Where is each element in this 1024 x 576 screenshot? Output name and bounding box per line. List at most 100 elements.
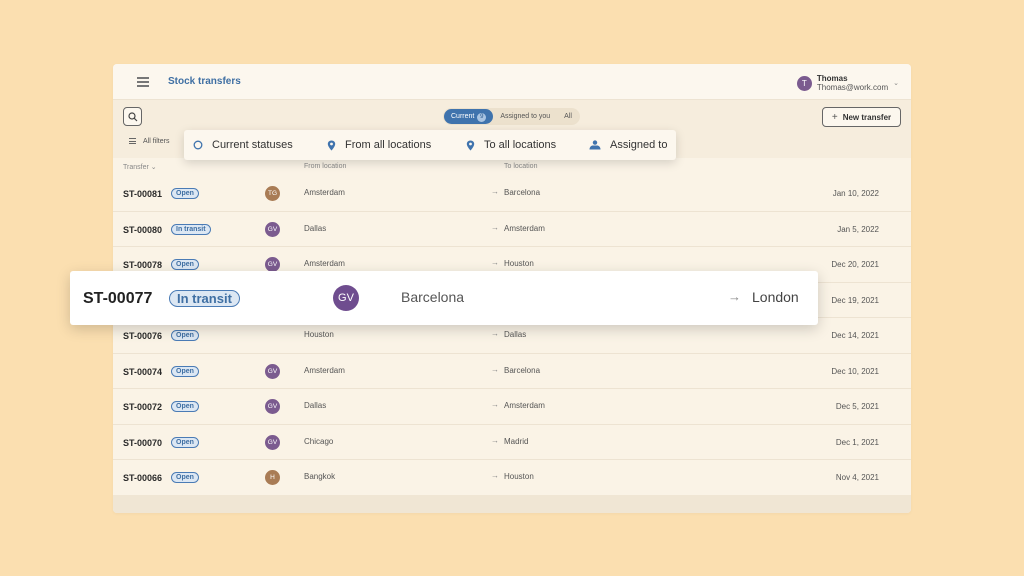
transfer-date: Jan 10, 2022 (832, 189, 879, 198)
table-row[interactable]: ST-00080 In transit GV Dallas → Amsterdam Jan … (113, 211, 911, 247)
arrow-right-icon: → (491, 258, 499, 267)
user-menu[interactable]: T Thomas Thomas@work.com ⌄ (796, 72, 899, 94)
all-filters-button[interactable]: All filters (129, 138, 169, 146)
table-row[interactable]: ST-00072 Open GV Dallas → Amsterdam Dec 5, 202… (113, 389, 911, 425)
filter-bar: Current statuses From all locations To a… (184, 130, 676, 160)
page-title: Stock transfers (168, 76, 241, 87)
avatar: GV (265, 399, 280, 414)
avatar: GV (265, 221, 280, 237)
column-header-from: From location (304, 163, 347, 170)
avatar: GV (265, 257, 280, 272)
new-transfer-label: New transfer (842, 112, 892, 122)
hamburger-menu-icon[interactable] (137, 77, 149, 87)
user-info: Thomas Thomas@work.com (817, 74, 888, 92)
transfer-date: Dec 19, 2021 (831, 295, 879, 305)
avatar: GV (265, 363, 280, 379)
search-button[interactable] (123, 107, 142, 126)
status-badge: In transit (169, 290, 240, 307)
to-location: Houston (504, 472, 534, 481)
arrow-right-icon: → (491, 400, 499, 409)
user-name: Thomas (816, 74, 848, 83)
from-location: Amsterdam (304, 188, 345, 197)
from-location: Amsterdam (304, 365, 345, 375)
people-icon (589, 140, 601, 150)
transfer-date: Jan 5, 2022 (837, 224, 879, 234)
status-badge: Open (171, 401, 199, 412)
transfer-date: Dec 10, 2021 (831, 366, 879, 376)
search-icon (128, 112, 138, 122)
table-row[interactable]: ST-00074 Open GV Amsterdam → Barcelona Dec 10,… (113, 353, 911, 389)
to-location: Amsterdam (504, 401, 545, 410)
avatar: TG (265, 186, 280, 201)
column-header-transfer[interactable]: Transfer ⌄ (123, 163, 157, 171)
avatar: H (265, 470, 280, 485)
transfer-id: ST-00072 (123, 402, 163, 412)
filter-from-locations[interactable]: From all locations (327, 130, 431, 160)
table-row[interactable]: ST-00070 Open GV Chicago → Madrid Dec 1, 2021 (113, 424, 911, 460)
transfers-table: ST-00081 Open TG Amsterdam → Barcelona Jan 10,… (113, 176, 911, 496)
avatar: T (796, 75, 812, 91)
avatar: GV (333, 285, 359, 311)
status-badge: Open (171, 330, 199, 341)
to-location: Barcelona (504, 365, 541, 375)
to-location: Madrid (504, 436, 529, 446)
transfer-date: Dec 20, 2021 (831, 260, 879, 269)
status-badge: In transit (171, 223, 211, 235)
all-filters-label: All filters (143, 138, 170, 146)
transfer-id: ST-00070 (123, 437, 163, 448)
new-transfer-button[interactable]: + New transfer (822, 107, 901, 127)
arrow-right-icon: → (491, 187, 499, 196)
location-pin-icon (466, 140, 475, 151)
arrow-right-icon: → (728, 289, 741, 304)
arrow-right-icon: → (491, 222, 499, 232)
arrow-right-icon: → (491, 364, 499, 374)
transfer-id: ST-00074 (123, 366, 163, 377)
chevron-down-icon: ⌄ (150, 164, 157, 171)
table-footer (113, 495, 911, 513)
tab-all[interactable]: All (557, 109, 579, 124)
transfer-id: ST-00078 (123, 260, 163, 270)
filter-lines-icon (129, 138, 136, 146)
transfer-date: Nov 4, 2021 (835, 473, 879, 482)
table-row[interactable]: ST-00081 Open TG Amsterdam → Barcelona Jan 10,… (113, 176, 911, 212)
status-badge: Open (171, 365, 199, 377)
status-badge: Open (171, 188, 199, 199)
highlighted-row[interactable]: ST-00077 In transit GV Barcelona → Londo… (70, 271, 818, 325)
column-header-to: To location (504, 163, 538, 170)
from-location: Chicago (304, 436, 334, 446)
transfer-date: Dec 1, 2021 (835, 437, 879, 447)
to-location: London (752, 289, 799, 305)
tab-assigned-to-you[interactable]: Assigned to you (493, 109, 557, 124)
avatar: GV (265, 434, 280, 450)
table-row[interactable]: ST-00066 Open H Bangkok → Houston Nov 4, 2021 (113, 460, 911, 496)
status-badge: Open (171, 259, 199, 270)
filter-current-statuses[interactable]: Current statuses (193, 130, 293, 160)
from-location: Amsterdam (304, 259, 345, 268)
transfer-id: ST-00066 (123, 473, 163, 483)
transfer-date: Dec 5, 2021 (835, 402, 879, 411)
chevron-down-icon: ⌄ (893, 80, 899, 87)
location-pin-icon (327, 140, 336, 151)
circle-icon (193, 140, 203, 150)
plus-icon: + (831, 111, 838, 123)
status-badge: Open (171, 436, 199, 448)
arrow-right-icon: → (491, 435, 499, 445)
top-bar: Stock transfers T Thomas Thomas@work.com… (113, 64, 911, 100)
transfer-id: ST-00081 (123, 189, 163, 199)
status-badge: Open (171, 472, 199, 483)
transfer-id: ST-00080 (123, 224, 163, 235)
from-location: Bangkok (304, 472, 336, 481)
from-location: Dallas (304, 223, 327, 233)
table-header: Transfer ⌄ From location To location (113, 158, 911, 176)
tab-current[interactable]: Current 9 (444, 109, 494, 124)
from-location: Houston (304, 330, 334, 339)
to-location: Houston (504, 259, 534, 268)
arrow-right-icon: → (491, 329, 499, 338)
filter-assigned-to[interactable]: Assigned to (589, 130, 667, 160)
to-location: Dallas (504, 330, 527, 339)
arrow-right-icon: → (491, 471, 499, 480)
view-tabs: Current 9 Assigned to you All (443, 108, 580, 125)
user-email: Thomas@work.com (816, 83, 889, 92)
filter-to-locations[interactable]: To all locations (466, 130, 556, 160)
to-location: Barcelona (504, 188, 541, 197)
